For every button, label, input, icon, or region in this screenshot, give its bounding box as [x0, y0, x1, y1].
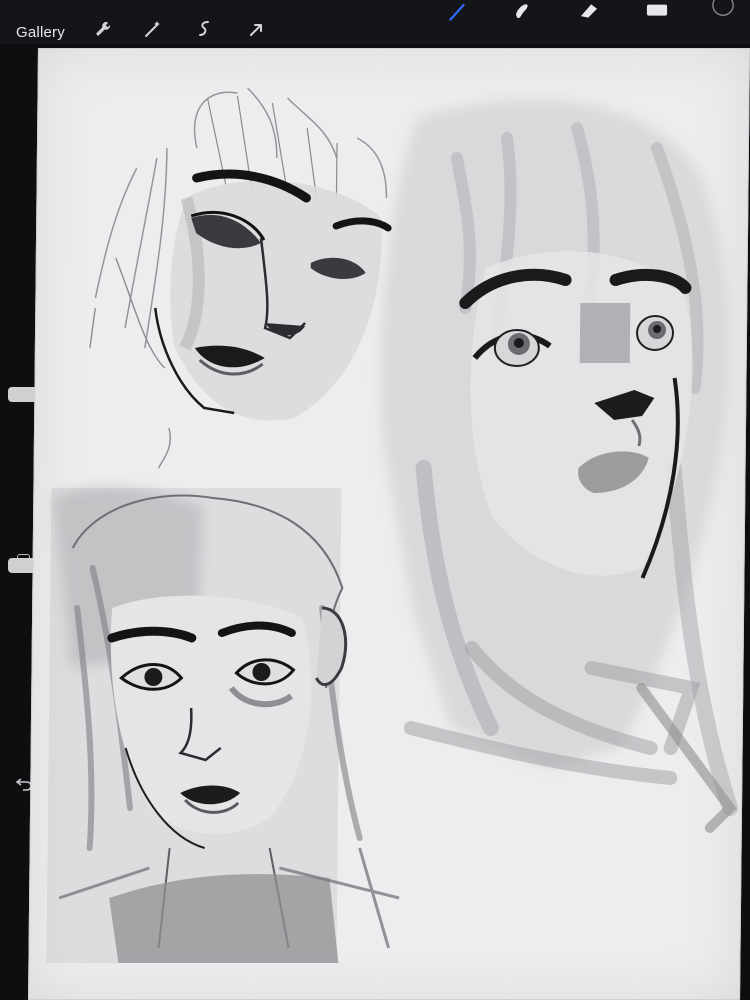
transform-arrow-icon[interactable] — [246, 18, 268, 40]
sketch-face-top-left — [89, 87, 392, 469]
color-swatch[interactable] — [712, 0, 738, 16]
layers-icon[interactable] — [646, 0, 670, 16]
smudge-icon[interactable] — [510, 0, 540, 26]
magic-wand-icon[interactable] — [142, 18, 164, 40]
drawing-canvas[interactable] — [28, 48, 750, 1000]
sketch-face-bottom-left — [46, 487, 400, 963]
sketch-artwork — [28, 48, 750, 1000]
gallery-button[interactable]: Gallery — [16, 24, 65, 41]
sketch-face-right — [380, 99, 739, 833]
selection-icon[interactable] — [194, 18, 216, 40]
brush-icon[interactable] — [446, 2, 476, 32]
top-toolbar: Gallery — [0, 0, 750, 44]
eraser-icon[interactable] — [578, 0, 608, 22]
wrench-icon[interactable] — [92, 18, 114, 40]
